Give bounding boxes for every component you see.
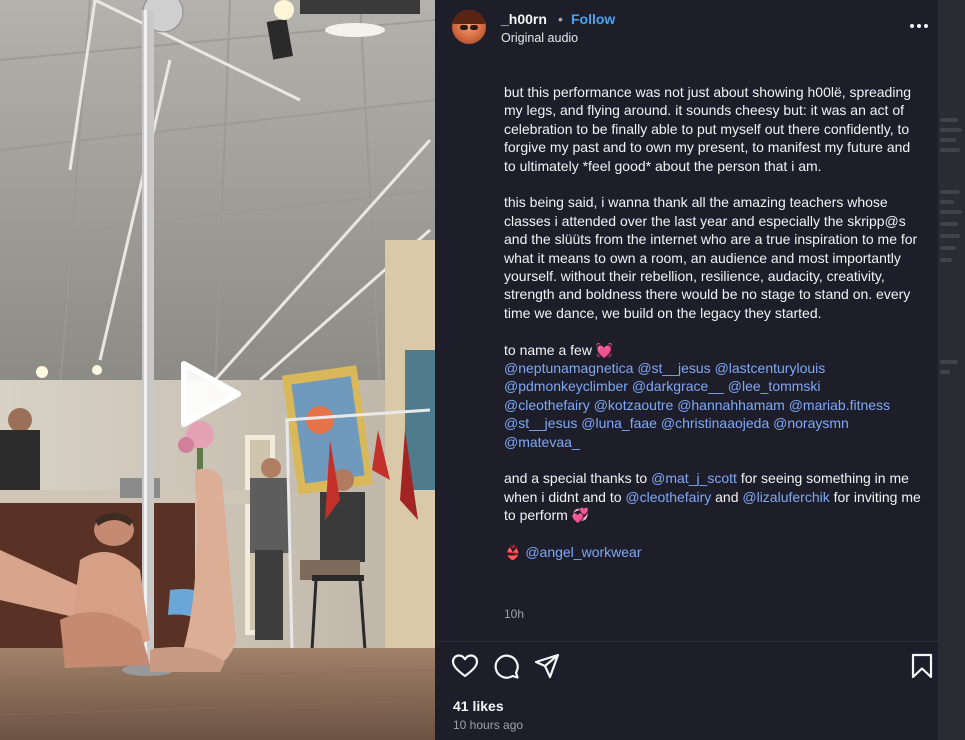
bookmark-icon[interactable] [908,652,936,680]
caption-text: to name a few [504,341,592,358]
caption-paragraph-2: this being said, i wanna thank all the a… [504,194,918,321]
caption-paragraph-1: but this performance was not just about … [504,84,912,174]
caption-paragraph-5: 👙 @angel_workwear [504,543,922,561]
mention-link[interactable]: @lee_tommski [728,378,821,394]
username-link[interactable]: _h00rn [501,11,547,27]
mention-link[interactable]: @pdmonkeyclimber [504,378,628,394]
post-caption: but this performance was not just about … [504,83,922,562]
mention-link[interactable]: @mariab.fitness [789,397,890,413]
post-header: _h00rn • Follow Original audio [435,0,938,50]
divider [435,641,938,642]
heart-emoji: 💓 [595,341,614,358]
avatar[interactable] [452,10,486,44]
mention-link[interactable]: @luna_faae [581,415,657,431]
mention-link[interactable]: @christinaaojeda [661,415,769,431]
post-detail-panel: _h00rn • Follow Original audio but this … [435,0,938,740]
mention-link[interactable]: @hannahhamam [677,397,785,413]
sparkle-heart-emoji: 💞 [571,507,590,524]
mention-link[interactable]: @lastcenturylouis [715,360,826,376]
caption-paragraph-3: to name a few 💓 @neptunamagnetica @st__j… [504,341,922,451]
mention-link[interactable]: @kotzaoutre [594,397,674,413]
mention-link[interactable]: @lizaluferchik [742,489,829,505]
mention-link[interactable]: @noraysmn [773,415,849,431]
mention-link[interactable]: @cleothefairy [504,397,590,413]
caption-paragraph-4: and a special thanks to @mat_j_scott for… [504,469,922,524]
action-bar [435,652,938,682]
background-page-strip [938,0,965,740]
more-options-icon[interactable] [909,16,929,36]
mention-link[interactable]: @mat_j_scott [651,470,737,486]
video-player[interactable] [0,0,435,740]
share-icon[interactable] [533,652,561,680]
mention-link[interactable]: @angel_workwear [525,544,641,560]
mention-link[interactable]: @st__jesus [504,415,577,431]
mention-link[interactable]: @darkgrace__ [632,378,724,394]
bikini-emoji: 👙 [504,544,522,561]
likes-count[interactable]: 41 likes [453,698,504,714]
separator-dot: • [558,11,563,27]
heart-icon[interactable] [451,652,479,680]
audio-link[interactable]: Original audio [501,31,578,45]
caption-text: and [715,488,739,505]
mention-link[interactable]: @st__jesus [637,360,710,376]
follow-button[interactable]: Follow [571,11,615,27]
caption-timestamp: 10h [504,607,525,621]
comment-icon[interactable] [492,652,520,680]
mention-link[interactable]: @cleothefairy [625,489,711,505]
post-timestamp: 10 hours ago [453,718,524,732]
mention-link[interactable]: @neptunamagnetica [504,360,633,376]
mention-link[interactable]: @matevaa_ [504,434,580,450]
caption-text: and a special thanks to [504,470,648,487]
play-icon[interactable] [178,360,242,428]
